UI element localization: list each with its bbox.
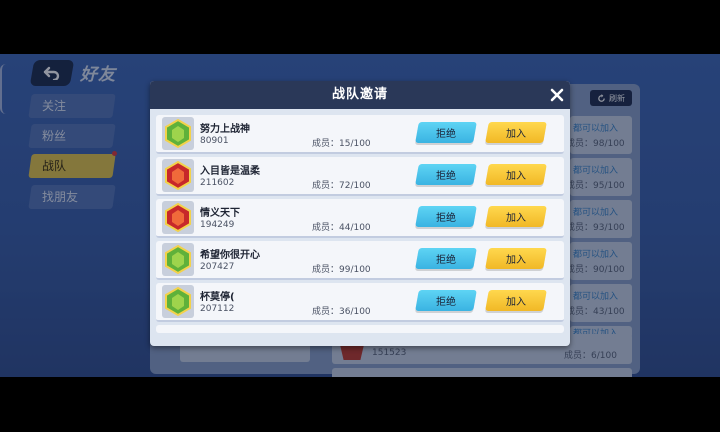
join-button[interactable]: 加入 bbox=[485, 164, 547, 185]
join-label: 加入 bbox=[506, 255, 526, 266]
team-badge-icon bbox=[162, 243, 194, 276]
reject-label: 拒绝 bbox=[436, 213, 456, 224]
dialog-title: 战队邀请 bbox=[331, 87, 388, 102]
close-icon bbox=[550, 88, 564, 102]
reject-label: 拒绝 bbox=[436, 129, 456, 140]
team-name: 希望你很开心 bbox=[200, 250, 260, 261]
join-label: 加入 bbox=[506, 213, 526, 224]
member-count: 成员：72/100 bbox=[312, 181, 371, 191]
reject-button[interactable]: 拒绝 bbox=[415, 164, 477, 185]
team-badge-icon bbox=[162, 159, 194, 192]
table-row: 希望你很开心 207427 成员：99/100 拒绝 加入 bbox=[156, 241, 564, 280]
join-label: 加入 bbox=[506, 297, 526, 308]
reject-button[interactable]: 拒绝 bbox=[415, 122, 477, 143]
team-badge-icon bbox=[162, 201, 194, 234]
team-badge-icon bbox=[162, 285, 194, 318]
member-count: 成员：99/100 bbox=[312, 265, 371, 275]
reject-label: 拒绝 bbox=[436, 297, 456, 308]
reject-button[interactable]: 拒绝 bbox=[415, 248, 477, 269]
join-button[interactable]: 加入 bbox=[485, 122, 547, 143]
close-button[interactable] bbox=[546, 84, 568, 106]
reject-label: 拒绝 bbox=[436, 171, 456, 182]
team-invite-dialog: 战队邀请 努力上战神 80901 成员：15/100 拒绝 加入 入目皆是温柔 bbox=[150, 81, 570, 346]
team-name: 入目皆是温柔 bbox=[200, 166, 260, 177]
reject-label: 拒绝 bbox=[436, 255, 456, 266]
reject-button[interactable]: 拒绝 bbox=[415, 206, 477, 227]
join-label: 加入 bbox=[506, 171, 526, 182]
team-id: 207112 bbox=[200, 304, 235, 314]
join-button[interactable]: 加入 bbox=[485, 248, 547, 269]
team-id: 207427 bbox=[200, 262, 235, 272]
reject-button[interactable]: 拒绝 bbox=[415, 290, 477, 311]
team-name: 努力上战神 bbox=[200, 124, 250, 135]
join-label: 加入 bbox=[506, 129, 526, 140]
team-name: 杯莫停( bbox=[200, 292, 235, 303]
team-name: 情义天下 bbox=[200, 208, 240, 219]
table-row: 努力上战神 80901 成员：15/100 拒绝 加入 bbox=[156, 115, 564, 154]
team-id: 194249 bbox=[200, 220, 235, 230]
table-row: 入目皆是温柔 211602 成员：72/100 拒绝 加入 bbox=[156, 157, 564, 196]
join-button[interactable]: 加入 bbox=[485, 206, 547, 227]
join-button[interactable]: 加入 bbox=[485, 290, 547, 311]
table-row bbox=[156, 325, 564, 333]
member-count: 成员：36/100 bbox=[312, 307, 371, 317]
team-id: 211602 bbox=[200, 178, 235, 188]
member-count: 成员：15/100 bbox=[312, 139, 371, 149]
table-row: 杯莫停( 207112 成员：36/100 拒绝 加入 bbox=[156, 283, 564, 322]
member-count: 成员：44/100 bbox=[312, 223, 371, 233]
table-row: 情义天下 194249 成员：44/100 拒绝 加入 bbox=[156, 199, 564, 238]
team-id: 80901 bbox=[200, 136, 229, 146]
team-badge-icon bbox=[162, 117, 194, 150]
